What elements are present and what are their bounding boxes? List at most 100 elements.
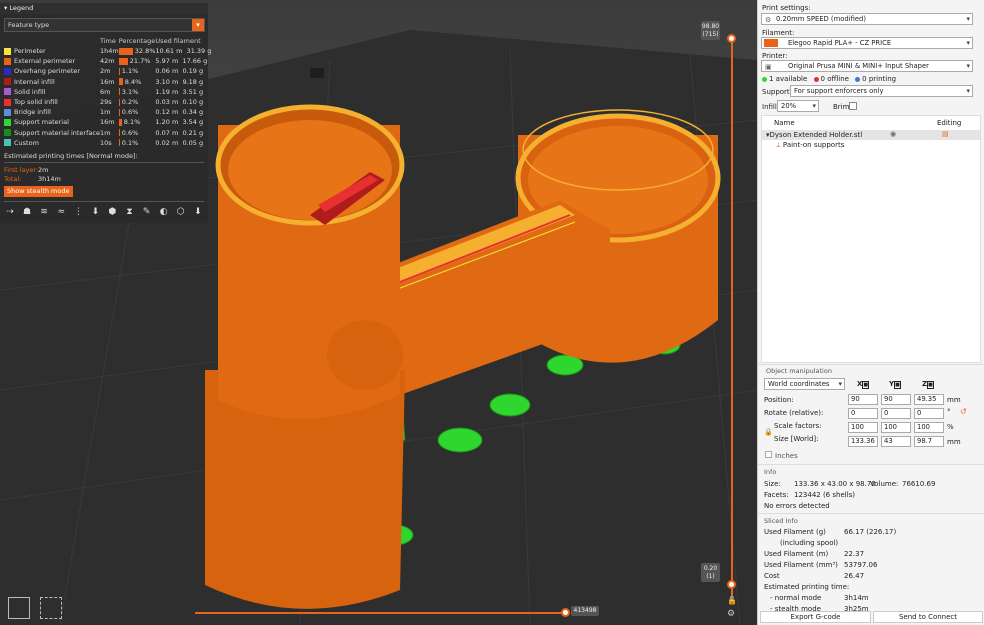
- legend-item-name: Internal infill: [14, 77, 55, 86]
- legend-pct-bar: [118, 118, 122, 126]
- total-label: Total:: [4, 175, 22, 183]
- legend-item-filament: 0.02 m 0.05 g: [155, 138, 211, 148]
- horizontal-move-slider[interactable]: [195, 612, 565, 614]
- legend-item-time: 1h4m: [99, 47, 119, 56]
- legend-item: Bridge infill: [4, 107, 100, 117]
- legend-row[interactable]: Perimeter 1h4m 32.8% 10.61 m 31.39 g: [4, 46, 211, 56]
- travel-icon[interactable]: ⇢: [4, 206, 16, 218]
- scale-lock-icon[interactable]: 🔒: [764, 428, 773, 436]
- legend-item-filament: 1.20 m 3.54 g: [155, 117, 211, 127]
- legend-row[interactable]: Custom 10s 0.1% 0.02 m 0.05 g: [4, 138, 211, 148]
- legend-item-name: External perimeter: [14, 57, 76, 66]
- 3d-preview-viewport[interactable]: ▾ Legend Feature type ▾ Time Percentage …: [0, 0, 757, 625]
- coordinates-combo[interactable]: World coordinates ▾: [764, 378, 845, 390]
- color-changes-icon[interactable]: ⬢: [106, 206, 118, 218]
- horizontal-thumb[interactable]: [561, 608, 570, 617]
- position-x-input[interactable]: 90: [848, 394, 878, 405]
- lower-thumb[interactable]: [727, 580, 736, 589]
- position-z-input[interactable]: 49.35: [914, 394, 944, 405]
- legend-row[interactable]: Support material interface 1m 0.6% 0.07 m …: [4, 128, 211, 138]
- lock-icon[interactable]: 🔓: [727, 596, 737, 605]
- legend-swatch: [4, 47, 11, 55]
- send-to-connect-button[interactable]: Send to Connect: [873, 611, 983, 623]
- list-item[interactable]: ⟂ Paint-on supports: [776, 141, 844, 150]
- sidebar-panel: Print settings: ⚙ 0.20mm SPEED (modified)…: [757, 0, 984, 625]
- legend-row[interactable]: Top solid infill 29s 0.2% 0.03 m 0.10 g: [4, 97, 211, 107]
- show-stealth-mode-button[interactable]: Show stealth mode: [4, 186, 73, 197]
- settings-cog-icon[interactable]: ⚙: [727, 609, 735, 619]
- visibility-toolbar: ⇢ ☗ ≋ ≈ ⋮ ⬇ ⬢ ⧗ ✎ ◐ ⬡ ⬇: [4, 206, 204, 220]
- legend-pct-bar: [118, 139, 120, 147]
- wipe-icon[interactable]: ☗: [21, 206, 33, 218]
- deretractions-icon[interactable]: ≈: [55, 206, 67, 218]
- filament-combo[interactable]: Elegoo Rapid PLA+ - CZ PRICE ▾: [761, 37, 973, 49]
- estimated-times-label: Estimated printing times [Normal mode]:: [4, 152, 138, 160]
- view-type-select[interactable]: Feature type ▾: [4, 18, 205, 32]
- filament-color-swatch[interactable]: [764, 39, 778, 47]
- center-of-gravity-icon[interactable]: ◐: [158, 206, 170, 218]
- list-item[interactable]: ▾Dyson Extended Holder.stl ◉ ▤: [762, 130, 980, 140]
- rotate-y-input[interactable]: 0: [881, 408, 911, 419]
- reset-rotation-icon[interactable]: ↺: [960, 407, 967, 416]
- scale-y-input[interactable]: 100: [881, 422, 911, 433]
- print-settings-value: 0.20mm SPEED (modified): [776, 15, 866, 23]
- axis-z-label: Z■: [922, 380, 934, 389]
- legend-weight: 3.54 g: [182, 118, 204, 127]
- retractions-icon[interactable]: ≋: [38, 206, 50, 218]
- legend-pct-bar: [118, 47, 133, 55]
- export-gcode-button[interactable]: Export G-code: [760, 611, 871, 623]
- supports-combo[interactable]: For support enforcers only ▾: [790, 85, 973, 97]
- legend-item-filament: 5.97 m 17.66 g: [155, 56, 211, 66]
- legend-pct-bar: [118, 88, 120, 96]
- legend-row[interactable]: Bridge infill 1m 0.6% 0.12 m 0.34 g: [4, 107, 211, 117]
- legend-row[interactable]: Support material 16m 8.1% 1.20 m 3.54 g: [4, 117, 211, 127]
- 3d-view-icon[interactable]: [8, 597, 30, 619]
- seams-icon[interactable]: ⋮: [72, 206, 84, 218]
- legend-header[interactable]: ▾ Legend: [0, 3, 208, 14]
- layers-view-icon[interactable]: [40, 597, 62, 619]
- rotate-x-input[interactable]: 0: [848, 408, 878, 419]
- rotate-z-input[interactable]: 0: [914, 408, 944, 419]
- divider: [758, 513, 984, 514]
- legend-row[interactable]: Overhang perimeter 2m 1.1% 0.06 m 0.19 g: [4, 66, 211, 76]
- upper-thumb[interactable]: [727, 34, 736, 43]
- infill-combo[interactable]: 20% ▾: [777, 100, 819, 112]
- object-name: ▾Dyson Extended Holder.stl: [766, 131, 863, 139]
- legend-len: 5.97 m: [155, 57, 179, 66]
- legend-pct-text: 8.1%: [123, 118, 141, 127]
- legend-item-pct: 21.7%: [118, 56, 156, 66]
- vertical-layer-slider[interactable]: [731, 38, 733, 600]
- left-body: [205, 104, 405, 609]
- legend-len: 0.03 m: [155, 98, 179, 107]
- legend-row[interactable]: Solid infill 6m 3.1% 1.19 m 3.51 g: [4, 87, 211, 97]
- position-y-input[interactable]: 90: [881, 394, 911, 405]
- print-settings-combo[interactable]: ⚙ 0.20mm SPEED (modified) ▾: [761, 13, 973, 25]
- size-z-input[interactable]: 98.7: [914, 436, 944, 447]
- legend-row[interactable]: External perimeter 42m 21.7% 5.97 m 17.66 …: [4, 56, 211, 66]
- edit-settings-icon[interactable]: ▤: [942, 130, 949, 138]
- scale-z-input[interactable]: 100: [914, 422, 944, 433]
- inches-checkbox[interactable]: [765, 451, 772, 458]
- legend-item-filament: 3.10 m 9.18 g: [155, 77, 211, 87]
- legend-len: 0.12 m: [155, 108, 179, 117]
- legend-item-time: 16m: [99, 77, 115, 86]
- scale-x-input[interactable]: 100: [848, 422, 878, 433]
- legend-item-pct: 3.1%: [118, 87, 156, 97]
- legend-item-pct: 0.6%: [118, 128, 156, 138]
- custom-gcodes-icon[interactable]: ✎: [141, 206, 153, 218]
- tool-marker-icon[interactable]: ⬇: [192, 206, 204, 218]
- brim-checkbox[interactable]: [849, 102, 857, 110]
- inches-label: Inches: [775, 452, 798, 460]
- legend-row[interactable]: Internal infill 16m 8.4% 3.10 m 9.18 g: [4, 77, 211, 87]
- size-x-input[interactable]: 133.36: [848, 436, 878, 447]
- print-settings-icon: ⚙: [765, 16, 772, 24]
- pause-prints-icon[interactable]: ⧗: [124, 206, 136, 218]
- legend-item: Solid infill: [4, 87, 100, 97]
- position-label: Position:: [764, 396, 794, 404]
- tool-changes-icon[interactable]: ⬇: [89, 206, 101, 218]
- legend-item-name: Solid infill: [14, 87, 46, 96]
- size-y-input[interactable]: 43: [881, 436, 911, 447]
- printer-combo[interactable]: ▣ Original Prusa MINI & MINI+ Input Shap…: [761, 60, 973, 72]
- shells-icon[interactable]: ⬡: [175, 206, 187, 218]
- visibility-eye-icon[interactable]: ◉: [890, 130, 896, 138]
